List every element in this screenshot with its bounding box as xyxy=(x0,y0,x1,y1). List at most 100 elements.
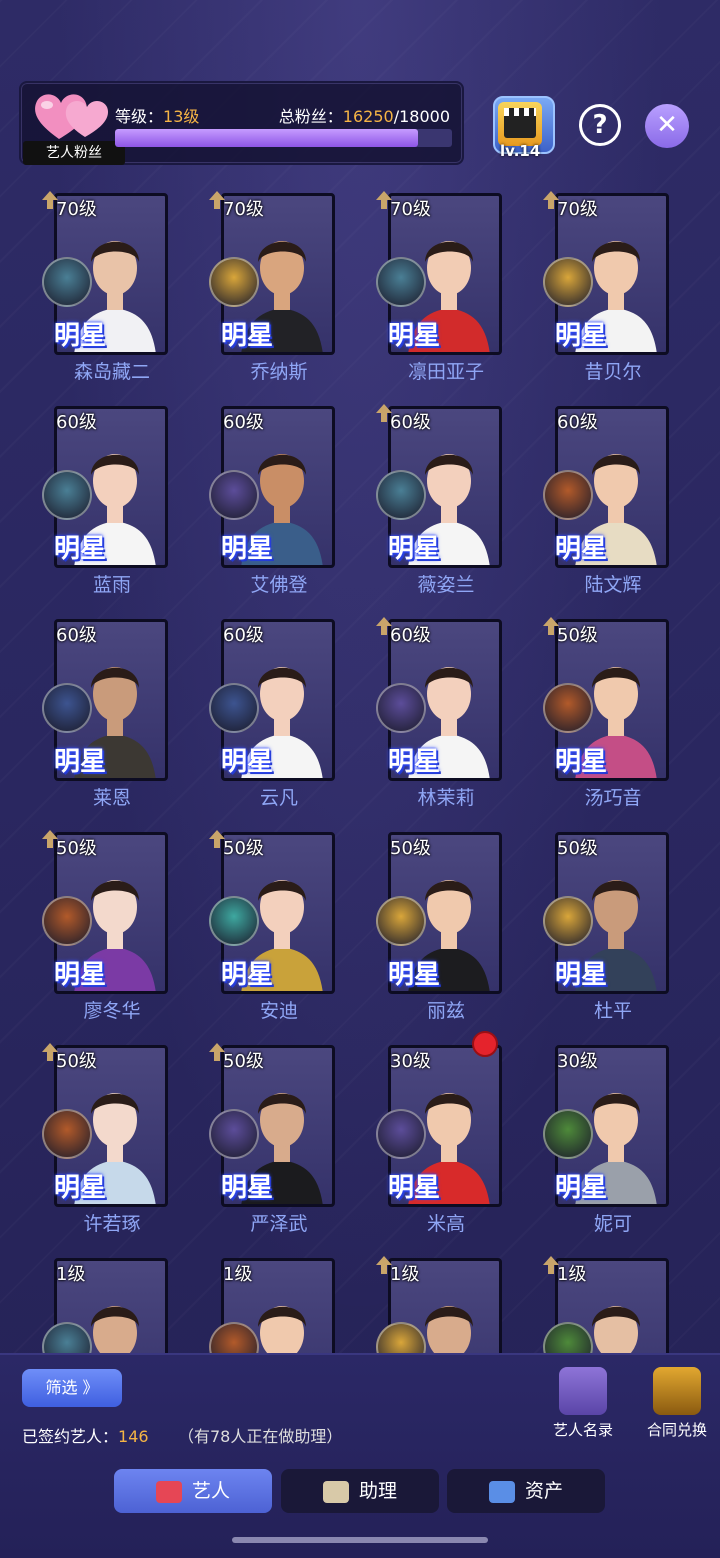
contract-exchange-button[interactable]: 合同兑换 xyxy=(637,1367,717,1441)
upgrade-arrow-icon xyxy=(376,1256,392,1274)
artist-card[interactable]: 50级 明星 严泽武 xyxy=(209,1037,359,1250)
artist-card[interactable]: 70级 明星 乔纳斯 xyxy=(209,185,359,398)
soldier-role-icon xyxy=(543,896,593,946)
artist-card[interactable]: 60级 明星 云凡 xyxy=(209,611,359,824)
upgrade-arrow-icon xyxy=(209,1043,225,1061)
artist-level: 50级 xyxy=(223,1051,264,1072)
tab-assistants[interactable]: 助理 xyxy=(281,1469,439,1513)
badge-level-text: lv.14 xyxy=(500,142,541,160)
artist-card[interactable]: 30级 明星 米高 xyxy=(376,1031,526,1250)
artist-level: 60级 xyxy=(56,625,97,646)
artist-name: 森岛藏二 xyxy=(73,361,150,383)
ship-role-icon xyxy=(209,683,259,733)
upgrade-arrow-icon xyxy=(42,830,58,848)
artist-level: 50级 xyxy=(557,838,598,859)
artist-level: 60级 xyxy=(390,412,431,433)
artist-name: 米高 xyxy=(426,1213,465,1235)
tab-artists[interactable]: 艺人 xyxy=(114,1469,272,1513)
artist-card[interactable]: 60级明星薇姿兰 xyxy=(376,398,526,611)
silhouette-role-icon xyxy=(42,1109,92,1159)
artist-card[interactable]: 50级 明星 杜平 xyxy=(543,824,693,1037)
star-label: 明星 xyxy=(54,321,107,351)
star-label: 明星 xyxy=(221,960,274,990)
star-label: 明星 xyxy=(388,534,441,564)
artist-card[interactable]: 70级 明星 昔贝尔 xyxy=(543,185,693,398)
ufo-role-icon xyxy=(42,470,92,520)
signed-label: 已签约艺人： xyxy=(22,1427,119,1446)
artist-card[interactable]: 1级明星 xyxy=(42,1250,192,1353)
ufo-role-icon xyxy=(376,257,426,307)
help-button[interactable]: ? xyxy=(579,104,621,146)
artist-grid[interactable]: 70级 明星 森岛藏二 70级 明星 乔纳斯 70级 明星 凛田亚子 70级 明星 昔贝尔 60级 明星蓝… xyxy=(0,185,720,1353)
upgrade-arrow-icon xyxy=(209,830,225,848)
fans-progress-fill xyxy=(115,129,419,147)
fan-tag: 艺人粉丝 xyxy=(23,141,125,165)
bottom-panel: 筛选 》 已签约艺人：146 （有78人正在做助理） 艺人名录 合同兑换 艺人 … xyxy=(0,1353,720,1558)
directory-book-icon xyxy=(559,1367,607,1415)
fans-current: 16250 xyxy=(342,107,394,126)
artist-level: 60级 xyxy=(56,412,97,433)
artist-level: 50级 xyxy=(56,1051,97,1072)
artist-card[interactable]: 50级 明星 汤巧音 xyxy=(543,611,693,824)
artist-name: 莱恩 xyxy=(92,787,131,809)
studio-level-badge[interactable]: lv.14 xyxy=(490,96,556,162)
upgrade-arrow-icon xyxy=(376,617,392,635)
filter-button[interactable]: 筛选 》 xyxy=(22,1369,122,1407)
ufo-role-icon xyxy=(42,257,92,307)
artist-card[interactable]: 50级 明星 许若琢 xyxy=(42,1037,192,1250)
silhouette-role-icon xyxy=(543,470,593,520)
home-indicator[interactable] xyxy=(232,1537,488,1543)
star-label: 明星 xyxy=(221,747,274,777)
artist-card[interactable]: 60级 明星 艾佛登 xyxy=(209,398,359,611)
artist-name: 凛田亚子 xyxy=(407,361,484,383)
artist-card[interactable]: 60级明星莱恩 xyxy=(42,611,192,824)
star-label: 明星 xyxy=(555,960,608,990)
artist-level: 50级 xyxy=(223,838,264,859)
clapperboard-icon xyxy=(504,108,536,138)
artist-name: 乔纳斯 xyxy=(250,361,308,383)
star-label: 明星 xyxy=(54,960,107,990)
star-label: 明星 xyxy=(555,534,608,564)
artist-card[interactable]: 60级 明星 陆文辉 xyxy=(543,398,693,611)
tab-assets[interactable]: 资产 xyxy=(447,1469,605,1513)
star-label: 明星 xyxy=(221,321,274,351)
artist-level: 70级 xyxy=(56,199,97,220)
assistant-note: （有78人正在做助理） xyxy=(178,1427,343,1446)
fan-panel: 艺人粉丝 等级：13级 总粉丝：16250/18000 xyxy=(19,81,464,165)
star-label: 明星 xyxy=(54,1173,107,1203)
star-label: 明星 xyxy=(221,534,274,564)
artist-card[interactable]: 70级 明星 凛田亚子 xyxy=(376,185,526,398)
magnify-role-icon xyxy=(209,1109,259,1159)
artist-name: 蓝雨 xyxy=(92,574,131,596)
artist-card[interactable]: 50级 明星 丽兹 xyxy=(376,824,526,1037)
artist-card[interactable]: 60级 明星 蓝雨 xyxy=(42,398,192,611)
magnify-role-icon xyxy=(376,683,426,733)
artist-directory-button[interactable]: 艺人名录 xyxy=(543,1367,623,1441)
artist-card[interactable]: 50级 明星 廖冬华 xyxy=(42,824,192,1037)
artist-name: 薇姿兰 xyxy=(417,574,475,596)
artist-level: 1级 xyxy=(557,1264,587,1285)
artist-card[interactable]: 60级 明星 林茉莉 xyxy=(376,611,526,824)
artist-card[interactable]: 1级明星 xyxy=(543,1250,693,1353)
artist-level: 30级 xyxy=(557,1051,598,1072)
hearts-icon xyxy=(35,94,109,139)
dancer-role-icon xyxy=(209,896,259,946)
artist-icon xyxy=(155,1480,182,1503)
star-label: 明星 xyxy=(555,321,608,351)
soldier-role-icon xyxy=(209,257,259,307)
star-label: 明星 xyxy=(555,1173,608,1203)
artist-level: 60级 xyxy=(223,625,264,646)
artist-card[interactable]: 1级明星 xyxy=(376,1250,526,1353)
artist-card[interactable]: 50级 明星 安迪 xyxy=(209,824,359,1037)
artist-card[interactable]: 70级明星森岛藏二 xyxy=(42,185,192,398)
close-button[interactable]: ✕ xyxy=(645,104,689,148)
fans-progress-bar xyxy=(115,129,452,147)
artist-level: 60级 xyxy=(390,625,431,646)
star-label: 明星 xyxy=(54,747,107,777)
star-label: 明星 xyxy=(388,960,441,990)
artist-level: 1级 xyxy=(223,1264,253,1285)
artist-card[interactable]: 1级明星 xyxy=(209,1250,359,1353)
artist-card[interactable]: 30级 明星 妮可 xyxy=(543,1037,693,1250)
upgrade-arrow-icon xyxy=(376,404,392,422)
magnify-role-icon xyxy=(376,1109,426,1159)
